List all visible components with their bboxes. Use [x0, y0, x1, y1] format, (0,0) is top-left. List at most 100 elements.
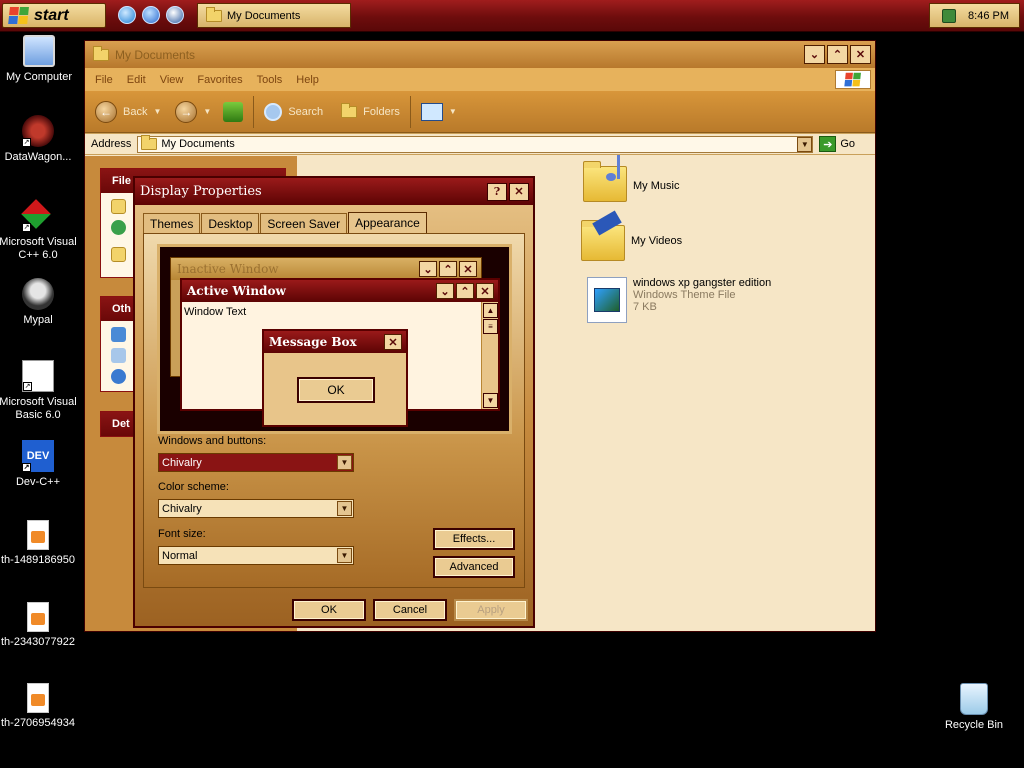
menu-view[interactable]: View [160, 74, 184, 86]
tab-themes[interactable]: Themes [143, 213, 201, 234]
minimize-button[interactable]: ⌄ [804, 45, 825, 64]
list-item-theme-file[interactable]: windows xp gangster edition Windows Them… [587, 277, 771, 323]
desktop-icon-label: th-2343077922 [0, 636, 75, 648]
dialog-titlebar[interactable]: Display Properties ? ✕ [135, 178, 533, 205]
desktop-icon-visual-basic[interactable]: ↗ Microsoft Visual Basic 6.0 [0, 360, 78, 422]
chevron-down-icon[interactable]: ▼ [337, 455, 352, 470]
media-player-icon[interactable] [166, 6, 184, 24]
views-icon[interactable] [420, 102, 443, 121]
tab-appearance[interactable]: Appearance [348, 212, 427, 234]
back-button[interactable]: Back [123, 106, 147, 118]
outlook-express-icon[interactable] [142, 6, 160, 24]
folder-icon [93, 45, 109, 61]
search-icon[interactable] [264, 102, 283, 121]
views-dropdown-icon[interactable]: ▼ [449, 107, 457, 116]
menu-file[interactable]: File [95, 74, 113, 86]
music-folder-icon [583, 155, 627, 202]
preview-active-title: Active Window [187, 284, 286, 298]
computer-place-icon[interactable] [111, 348, 126, 363]
folders-icon[interactable] [341, 102, 358, 118]
close-button[interactable]: ✕ [509, 182, 529, 201]
color-scheme-select[interactable]: Chivalry ▼ [158, 499, 354, 518]
help-button[interactable]: ? [487, 182, 507, 201]
item-name: windows xp gangster edition [633, 277, 772, 289]
desktop-icon-th-3[interactable]: th-2706954934 [0, 683, 78, 730]
clock[interactable]: 8:46 PM [968, 10, 1009, 22]
chevron-down-icon[interactable]: ▼ [337, 501, 352, 516]
up-folder-icon[interactable] [223, 101, 244, 122]
font-size-label: Font size: [158, 528, 206, 540]
image-file-icon [27, 683, 49, 713]
start-button[interactable]: start [2, 3, 106, 28]
preview-ok-button: OK [297, 377, 375, 403]
font-size-select[interactable]: Normal ▼ [158, 546, 354, 565]
preview-scrollbar: ▲ ≡ ▼ [481, 302, 498, 409]
tab-desktop[interactable]: Desktop [201, 213, 260, 234]
back-arrow-icon[interactable]: ← [95, 100, 117, 123]
apply-button[interactable]: Apply [454, 599, 528, 621]
menu-help[interactable]: Help [296, 74, 319, 86]
desktop-place-icon[interactable] [111, 327, 126, 342]
menu-bar: File Edit View Favorites Tools Help [85, 68, 875, 91]
explorer-titlebar[interactable]: My Documents ⌄ ⌃ ✕ [85, 41, 875, 68]
taskbar-button-my-documents[interactable]: My Documents [197, 3, 351, 28]
ok-button[interactable]: OK [292, 599, 366, 621]
appearance-panel: Inactive Window ⌄ ⌃ ✕ Active Window ⌄ ⌃ [143, 233, 525, 588]
desktop-icon-dev-cpp[interactable]: DEV ↗ Dev-C++ [0, 440, 78, 489]
menu-edit[interactable]: Edit [127, 74, 146, 86]
chevron-down-icon[interactable]: ▼ [337, 548, 352, 563]
desktop-icon-th-2[interactable]: th-2343077922 [0, 602, 78, 649]
advanced-button[interactable]: Advanced [433, 556, 515, 578]
cancel-button[interactable]: Cancel [373, 599, 447, 621]
menu-favorites[interactable]: Favorites [197, 74, 242, 86]
folders-button[interactable]: Folders [363, 106, 400, 118]
list-item-my-music[interactable]: My Music [583, 155, 679, 202]
back-dropdown-icon[interactable]: ▼ [153, 107, 161, 116]
preview-active-titlebar: Active Window ⌄ ⌃ ✕ [182, 280, 498, 302]
address-input[interactable]: My Documents ▼ [137, 135, 814, 153]
windows-buttons-select[interactable]: Chivalry ▼ [158, 453, 354, 472]
new-folder-icon[interactable] [111, 199, 126, 214]
desktop-icon-my-computer[interactable]: My Computer [0, 35, 79, 84]
menu-tools[interactable]: Tools [257, 74, 283, 86]
list-item-my-videos[interactable]: My Videos [581, 210, 682, 261]
address-dropdown-icon[interactable]: ▼ [797, 136, 813, 152]
folder-icon [206, 6, 222, 22]
tab-screen-saver[interactable]: Screen Saver [260, 213, 348, 234]
preview-msgbox-titlebar: Message Box ✕ [264, 331, 406, 353]
desktop-icon-visual-cpp[interactable]: ↗ Microsoft Visual C++ 6.0 [0, 199, 78, 262]
window-title: My Documents [115, 47, 196, 62]
preview-window-text: Window Text [184, 306, 247, 318]
network-icon[interactable] [942, 8, 957, 23]
visual-cpp-icon: ↗ [21, 199, 54, 232]
forward-arrow-icon[interactable]: → [175, 100, 198, 123]
desktop-icon-mypal[interactable]: Mypal [0, 278, 78, 327]
go-label: Go [840, 138, 856, 150]
quick-launch [118, 6, 184, 24]
desktop-icon-label: DataWagon... [4, 151, 72, 163]
desktop-icon-recycle-bin[interactable]: Recycle Bin [934, 683, 1014, 732]
system-tray: 8:46 PM [929, 3, 1020, 28]
go-button[interactable]: ➔ Go [819, 136, 855, 152]
item-size: 7 KB [633, 301, 657, 313]
color-scheme-value: Chivalry [162, 502, 202, 515]
close-button[interactable]: ✕ [850, 45, 871, 64]
search-button[interactable]: Search [288, 106, 323, 118]
shortcut-arrow-icon: ↗ [22, 138, 31, 147]
forward-dropdown-icon[interactable]: ▼ [203, 107, 211, 116]
desktop-icon-th-1[interactable]: th-1489186950 [0, 520, 78, 567]
publish-web-icon[interactable] [111, 220, 126, 235]
share-folder-icon[interactable] [111, 247, 126, 262]
maximize-button[interactable]: ⌃ [827, 45, 848, 64]
mypal-icon [22, 278, 54, 310]
close-icon: ✕ [476, 283, 494, 299]
maximize-icon: ⌃ [456, 283, 474, 299]
desktop-icon-label: th-2706954934 [0, 717, 75, 729]
internet-explorer-icon[interactable] [118, 6, 136, 24]
effects-button[interactable]: Effects... [433, 528, 515, 550]
network-place-icon[interactable] [111, 369, 126, 384]
color-scheme-label: Color scheme: [158, 481, 229, 493]
desktop-icon-datawagon[interactable]: ↗ DataWagon... [0, 115, 78, 164]
close-icon: ✕ [384, 334, 402, 350]
preview-message-box: Message Box ✕ OK [262, 329, 408, 427]
